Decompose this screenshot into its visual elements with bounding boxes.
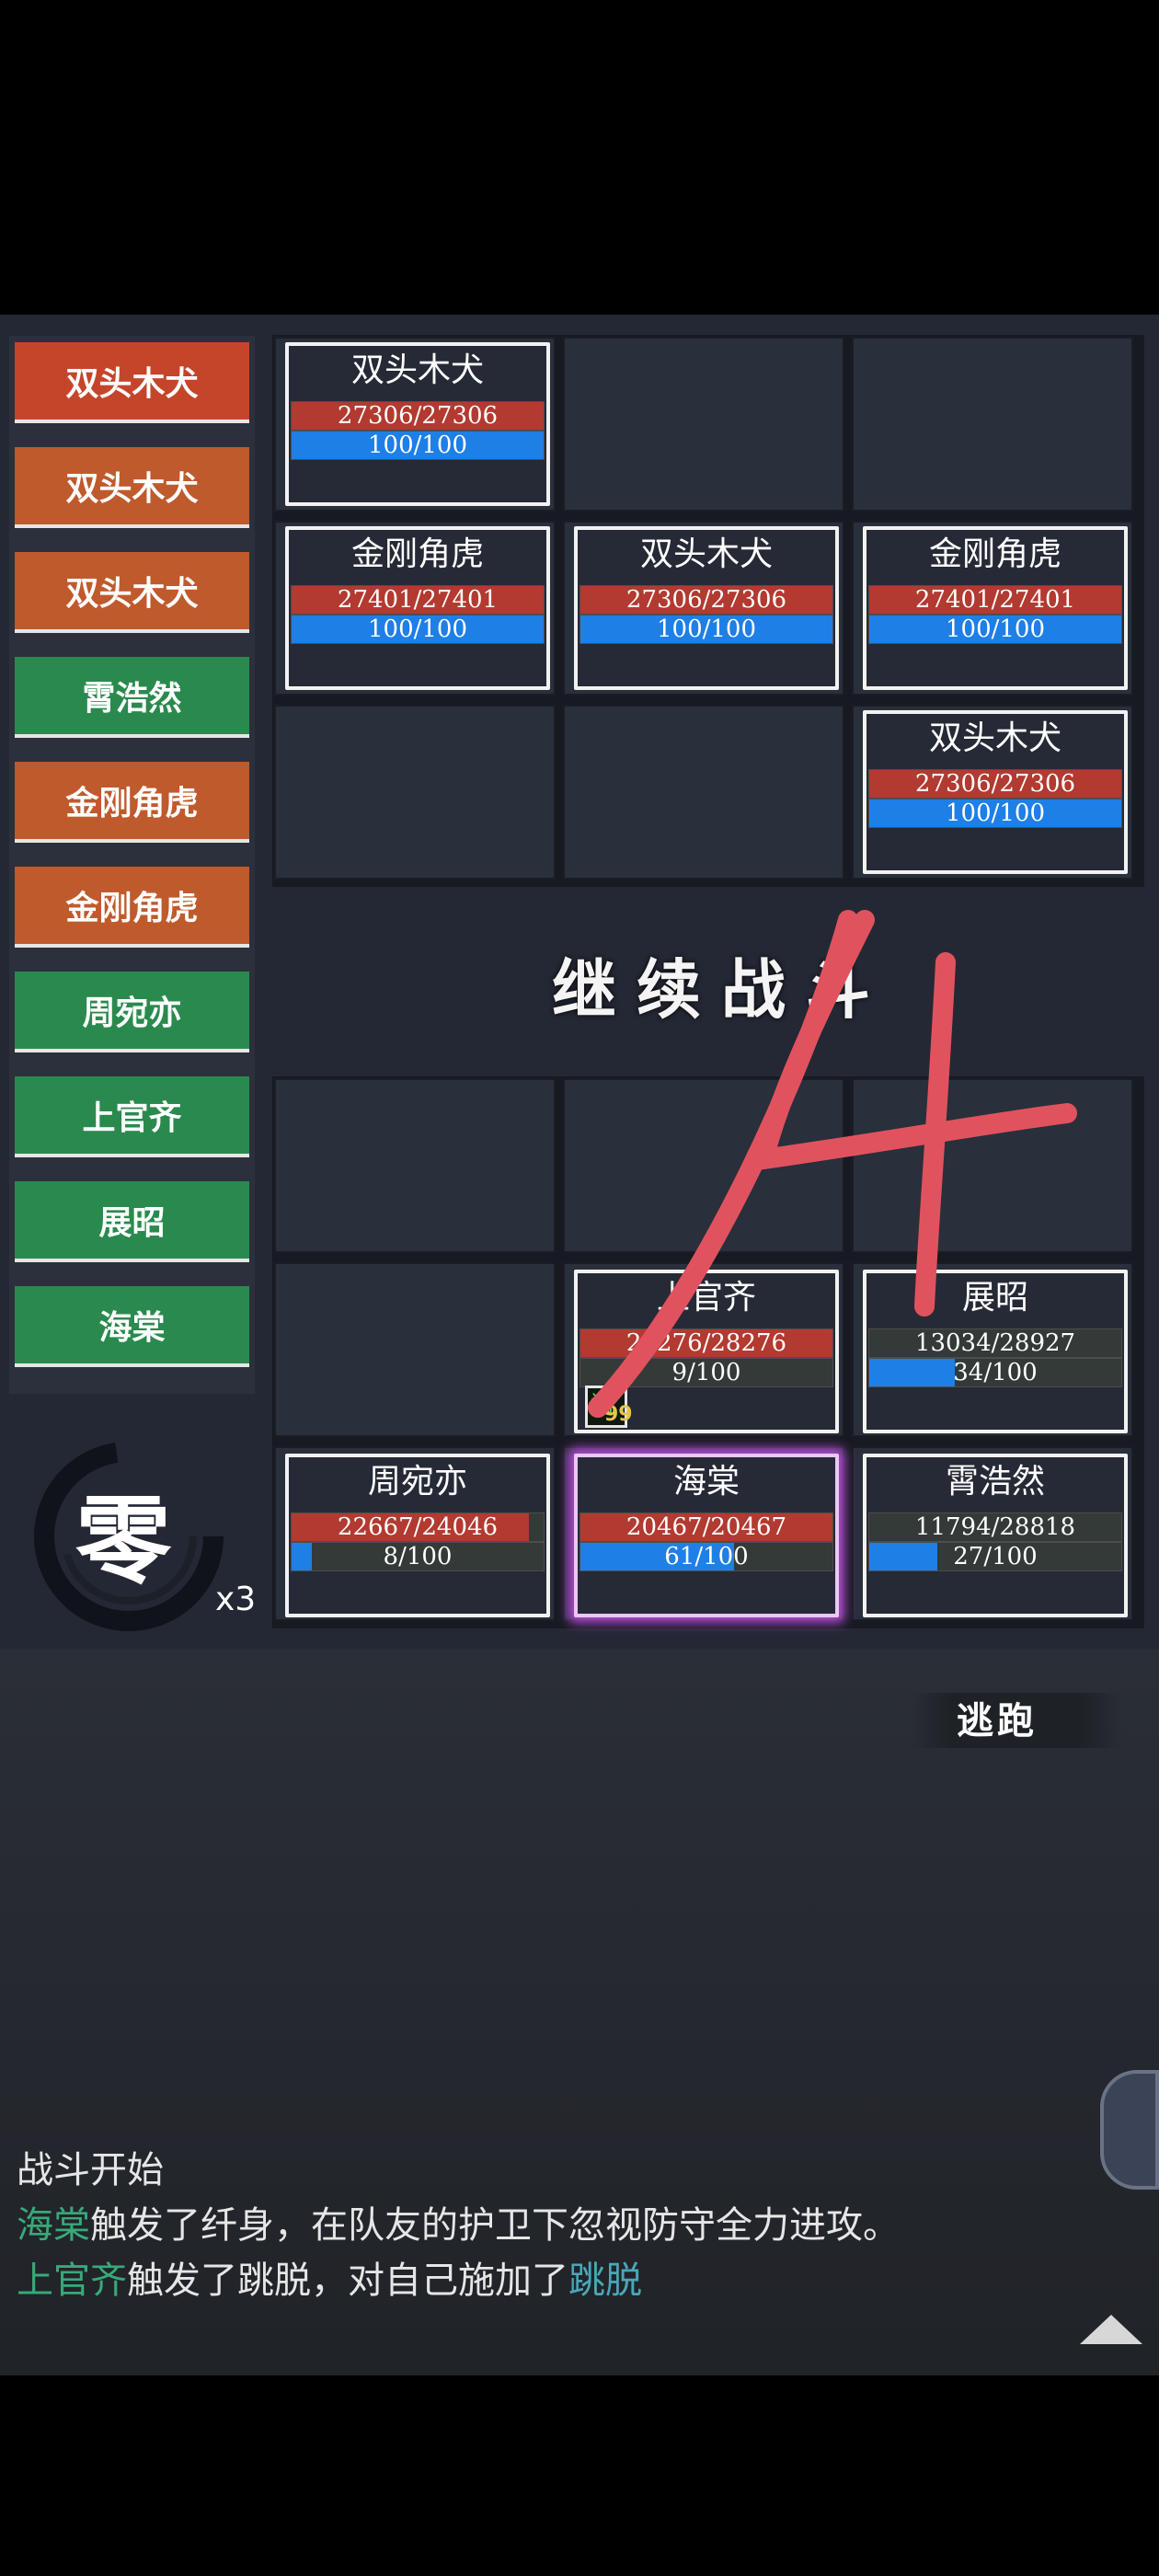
game-screen: 双头木犬 双头木犬 双头木犬 霄浩然 金刚角虎 金刚角虎 周宛亦 上官齐 展昭 海棠 双头木犬 2… xyxy=(0,0,1159,2576)
handwritten-14-overlay xyxy=(588,910,1077,1418)
